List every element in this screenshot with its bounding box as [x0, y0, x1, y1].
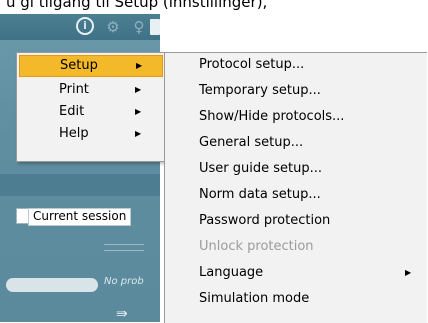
- cropped-caption-text: u gi tilgang til Setup (innstillinger),: [0, 0, 428, 12]
- main-menu: Setup ▶ Print ▶ Edit ▶ Help ▶: [16, 52, 166, 162]
- export-icon[interactable]: ⇛: [116, 306, 128, 322]
- submenu-item-show-hide-protocols[interactable]: Show/Hide protocols...: [199, 105, 344, 129]
- submenu-arrow-icon: ▶: [135, 85, 142, 94]
- submenu-arrow-icon: ▶: [405, 268, 412, 277]
- menu-item-label: Print: [59, 82, 89, 97]
- submenu-item-password-protection[interactable]: Password protection: [199, 209, 330, 233]
- submenu-item-norm-data-setup[interactable]: Norm data setup...: [199, 183, 321, 207]
- probe-status-pill: [6, 278, 98, 292]
- menu-item-edit[interactable]: Edit ▶: [19, 101, 163, 123]
- submenu-item-label: Language: [199, 265, 264, 280]
- session-row: Current session: [0, 198, 160, 226]
- submenu-arrow-icon: ▶: [136, 61, 143, 70]
- submenu-item-temporary-setup[interactable]: Temporary setup...: [199, 79, 321, 103]
- submenu-item-user-guide-setup[interactable]: User guide setup...: [199, 157, 322, 181]
- menu-item-label: Help: [59, 126, 89, 141]
- menu-item-label: Edit: [59, 104, 85, 119]
- gear-icon[interactable]: ⚙: [104, 18, 122, 36]
- probe-status-text: No prob: [104, 276, 144, 287]
- submenu-item-protocol-setup[interactable]: Protocol setup...: [199, 53, 304, 77]
- bulb-icon[interactable]: ♀: [130, 18, 148, 36]
- submenu-item-simulation-mode[interactable]: Simulation mode: [199, 287, 309, 311]
- exit-door-icon[interactable]: [150, 19, 160, 35]
- submenu-arrow-icon: ▶: [135, 107, 142, 116]
- menu-item-print[interactable]: Print ▶: [19, 79, 163, 101]
- submenu-item-general-setup[interactable]: General setup...: [199, 131, 303, 155]
- submenu-item-unlock-protection: Unlock protection: [199, 239, 314, 254]
- menu-item-help[interactable]: Help ▶: [19, 123, 163, 145]
- menu-item-label: Setup: [60, 58, 98, 73]
- submenu-item-language[interactable]: Language ▶: [199, 261, 419, 285]
- splitter-grip[interactable]: [104, 244, 144, 251]
- menu-item-setup[interactable]: Setup ▶: [19, 55, 163, 77]
- current-session-label[interactable]: Current session: [28, 208, 132, 226]
- panel-bar: [0, 174, 160, 196]
- toolbar: i ⚙ ♀: [0, 14, 160, 40]
- setup-submenu: Protocol setup... Temporary setup... Sho…: [164, 52, 427, 323]
- info-icon[interactable]: i: [76, 17, 94, 35]
- submenu-arrow-icon: ▶: [135, 129, 142, 138]
